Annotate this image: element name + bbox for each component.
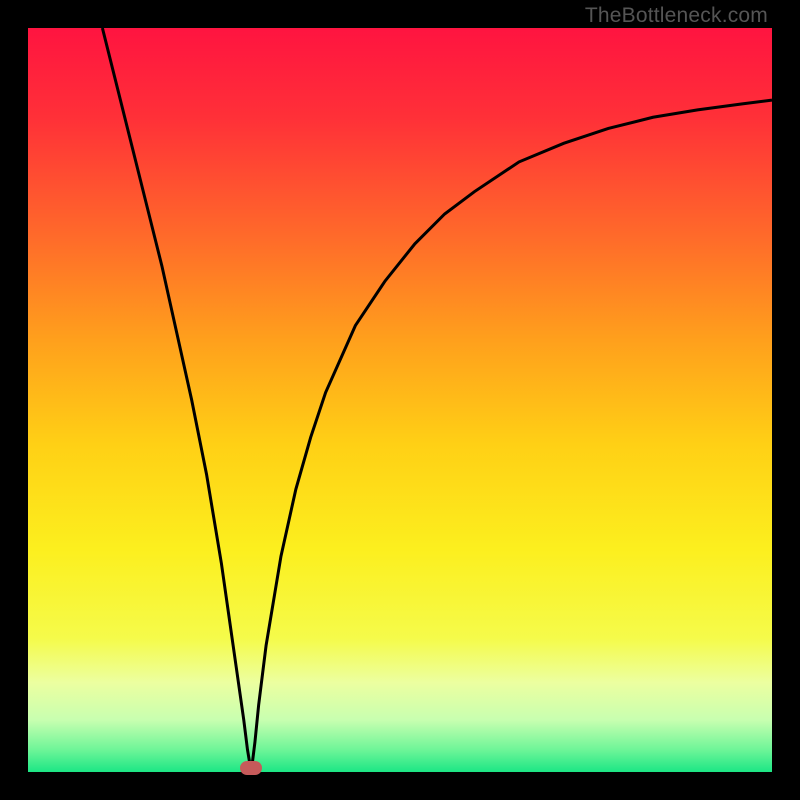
plot-area (28, 28, 772, 772)
chart-container: TheBottleneck.com (0, 0, 800, 800)
bottleneck-curve (102, 28, 772, 772)
optimal-marker (240, 761, 262, 775)
curve-layer (28, 28, 772, 772)
watermark-text: TheBottleneck.com (585, 4, 768, 28)
